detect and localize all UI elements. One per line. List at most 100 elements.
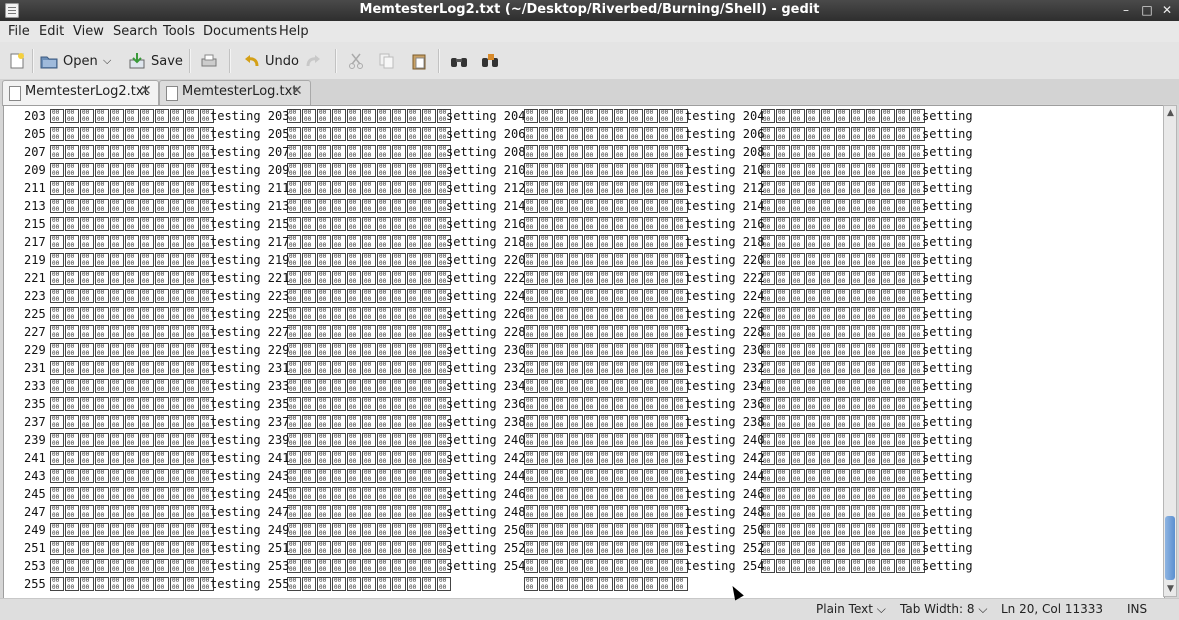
null-byte-glyph (422, 109, 436, 123)
copy-button[interactable] (378, 50, 396, 72)
text-editor[interactable]: 203 testing 203 setting 204 testing 204 sett… (3, 105, 1165, 599)
null-byte-glyph (539, 235, 553, 249)
null-byte-glyph (50, 199, 64, 213)
null-byte-glyph (836, 541, 850, 555)
log-text: testing 245 (210, 487, 290, 501)
menu-help[interactable]: Help (279, 24, 309, 39)
binary-data-glyphs (287, 359, 452, 377)
null-byte-glyph (614, 181, 628, 195)
binary-data-glyphs (761, 521, 926, 539)
cut-button[interactable] (347, 50, 365, 72)
binary-data-glyphs (50, 215, 215, 233)
null-byte-glyph (851, 109, 865, 123)
paste-button[interactable] (410, 50, 428, 72)
binary-data-glyphs (524, 395, 689, 413)
null-byte-glyph (302, 307, 316, 321)
null-byte-glyph (881, 289, 895, 303)
null-byte-glyph (836, 289, 850, 303)
editor-line: 237 testing 237 setting 238 testing 238 sett… (8, 413, 1158, 431)
null-byte-glyph (599, 145, 613, 159)
vertical-scrollbar[interactable]: ▲ ▼ (1163, 105, 1177, 597)
menu-documents[interactable]: Documents (203, 24, 277, 39)
redo-button[interactable] (304, 50, 322, 72)
scrollbar-thumb[interactable] (1165, 516, 1175, 580)
null-byte-glyph (554, 181, 568, 195)
line-number-text: 245 (24, 487, 46, 501)
log-text: setting (922, 559, 973, 573)
minimize-button[interactable]: – (1117, 2, 1135, 19)
null-byte-glyph (50, 343, 64, 357)
language-selector[interactable]: Plain Text ⌵ (816, 602, 886, 617)
menu-edit[interactable]: Edit (39, 24, 64, 39)
line-number-text: 241 (24, 451, 46, 465)
binary-data-glyphs (50, 521, 215, 539)
new-document-button[interactable] (8, 50, 26, 72)
null-byte-glyph (836, 361, 850, 375)
binary-data-glyphs (50, 161, 215, 179)
null-byte-glyph (539, 577, 553, 591)
null-byte-glyph (881, 127, 895, 141)
find-replace-button[interactable] (481, 50, 499, 72)
null-byte-glyph (362, 271, 376, 285)
document-tab-bar: MemtesterLog2.txt ✕ MemtesterLog.txt ✕ (0, 79, 1179, 106)
open-dropdown-button[interactable]: ⌵ (103, 50, 111, 72)
null-byte-glyph (524, 289, 538, 303)
close-tab-icon[interactable]: ✕ (291, 83, 303, 99)
null-byte-glyph (866, 433, 880, 447)
null-byte-glyph (584, 523, 598, 537)
null-byte-glyph (791, 307, 805, 321)
null-byte-glyph (599, 577, 613, 591)
null-byte-glyph (65, 415, 79, 429)
null-byte-glyph (422, 253, 436, 267)
menu-file[interactable]: File (8, 24, 30, 39)
open-button[interactable]: Open (40, 50, 98, 72)
scroll-up-icon[interactable]: ▲ (1166, 108, 1175, 118)
null-byte-glyph (125, 289, 139, 303)
menu-view[interactable]: View (73, 24, 104, 39)
menu-tools[interactable]: Tools (163, 24, 195, 39)
null-byte-glyph (110, 559, 124, 573)
null-byte-glyph (422, 325, 436, 339)
undo-button[interactable]: Undo (243, 50, 299, 72)
null-byte-glyph (110, 271, 124, 285)
null-byte-glyph (644, 469, 658, 483)
null-byte-glyph (80, 523, 94, 537)
binary-data-glyphs (761, 161, 926, 179)
binary-data-glyphs (50, 557, 215, 575)
null-byte-glyph (302, 271, 316, 285)
log-text: setting (922, 325, 973, 339)
scroll-down-icon[interactable]: ▼ (1166, 584, 1175, 594)
log-text: setting (922, 235, 973, 249)
binary-data-glyphs (50, 269, 215, 287)
null-byte-glyph (362, 469, 376, 483)
tab-memtesterlog[interactable]: MemtesterLog.txt ✕ (159, 80, 311, 105)
close-window-button[interactable]: ✕ (1158, 2, 1176, 19)
binary-data-glyphs (287, 125, 452, 143)
null-byte-glyph (155, 307, 169, 321)
null-byte-glyph (362, 505, 376, 519)
null-byte-glyph (896, 271, 910, 285)
tab-memtesterlog2[interactable]: MemtesterLog2.txt ✕ (2, 80, 159, 106)
null-byte-glyph (347, 235, 361, 249)
null-byte-glyph (407, 361, 421, 375)
null-byte-glyph (554, 163, 568, 177)
menu-search[interactable]: Search (113, 24, 158, 39)
close-tab-icon[interactable]: ✕ (140, 83, 152, 99)
null-byte-glyph (392, 145, 406, 159)
null-byte-glyph (851, 145, 865, 159)
null-byte-glyph (866, 127, 880, 141)
null-byte-glyph (170, 145, 184, 159)
tab-width-selector[interactable]: Tab Width: 8 ⌵ (900, 602, 987, 617)
null-byte-glyph (539, 307, 553, 321)
save-button[interactable]: Save (128, 50, 183, 72)
null-byte-glyph (155, 271, 169, 285)
maximize-button[interactable]: □ (1138, 2, 1156, 19)
log-text: testing 212 (685, 181, 765, 195)
null-byte-glyph (125, 127, 139, 141)
null-byte-glyph (851, 199, 865, 213)
find-button[interactable] (450, 50, 468, 72)
null-byte-glyph (185, 181, 199, 195)
log-text: testing 203 (210, 109, 290, 123)
null-byte-glyph (614, 235, 628, 249)
print-button[interactable] (200, 50, 218, 72)
